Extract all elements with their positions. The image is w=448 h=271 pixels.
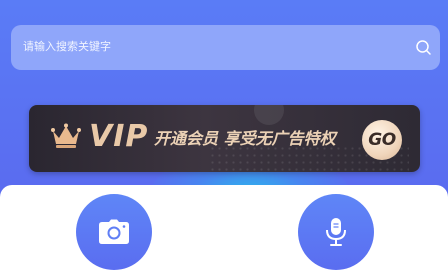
vip-banner[interactable]: VIP 开通会员 享受无广告特权 GO <box>29 105 420 172</box>
go-button[interactable]: GO <box>362 120 402 160</box>
search-icon[interactable] <box>415 39 432 56</box>
search-bar[interactable]: 请输入搜索关键字 <box>11 25 440 70</box>
search-input[interactable]: 请输入搜索关键字 <box>23 39 111 55</box>
action-card <box>0 185 448 271</box>
vip-promo-text: 开通会员 享受无广告特权 <box>154 129 336 148</box>
microphone-icon <box>326 218 346 246</box>
vip-logo: VIP <box>89 119 149 154</box>
camera-button[interactable] <box>76 194 152 270</box>
camera-icon <box>99 219 129 244</box>
crown-icon <box>51 123 81 148</box>
banner-decoration <box>254 105 284 125</box>
voice-button[interactable] <box>298 194 374 270</box>
